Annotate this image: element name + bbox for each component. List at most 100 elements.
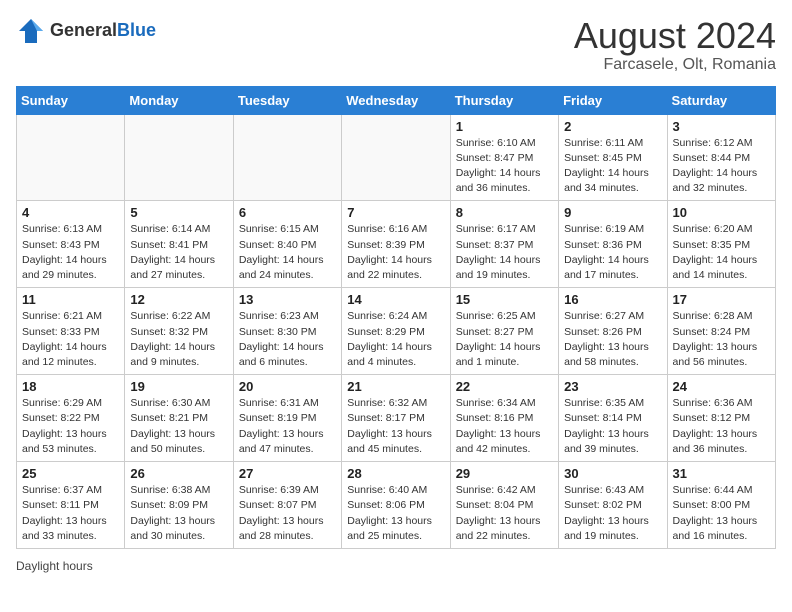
- calendar-cell: 13 Sunrise: 6:23 AM Sunset: 8:30 PM Dayli…: [233, 288, 341, 375]
- day-number: 18: [22, 379, 119, 394]
- day-number: 8: [456, 205, 553, 220]
- day-number: 26: [130, 466, 227, 481]
- day-info: Sunrise: 6:14 AM Sunset: 8:41 PM Dayligh…: [130, 222, 227, 283]
- day-info: Sunrise: 6:12 AM Sunset: 8:44 PM Dayligh…: [673, 136, 770, 197]
- calendar-cell: 2 Sunrise: 6:11 AM Sunset: 8:45 PM Daylig…: [559, 114, 667, 201]
- header: GeneralBlue August 2024 Farcasele, Olt, …: [16, 16, 776, 74]
- day-info: Sunrise: 6:13 AM Sunset: 8:43 PM Dayligh…: [22, 222, 119, 283]
- day-number: 6: [239, 205, 336, 220]
- weekday-header: Friday: [559, 86, 667, 114]
- day-info: Sunrise: 6:44 AM Sunset: 8:00 PM Dayligh…: [673, 483, 770, 544]
- day-number: 14: [347, 292, 444, 307]
- calendar-cell: 10 Sunrise: 6:20 AM Sunset: 8:35 PM Dayli…: [667, 201, 775, 288]
- day-info: Sunrise: 6:40 AM Sunset: 8:06 PM Dayligh…: [347, 483, 444, 544]
- day-info: Sunrise: 6:36 AM Sunset: 8:12 PM Dayligh…: [673, 396, 770, 457]
- day-number: 5: [130, 205, 227, 220]
- calendar-cell: 29 Sunrise: 6:42 AM Sunset: 8:04 PM Dayli…: [450, 462, 558, 549]
- calendar-cell: [342, 114, 450, 201]
- day-info: Sunrise: 6:15 AM Sunset: 8:40 PM Dayligh…: [239, 222, 336, 283]
- day-info: Sunrise: 6:39 AM Sunset: 8:07 PM Dayligh…: [239, 483, 336, 544]
- calendar-cell: [125, 114, 233, 201]
- day-info: Sunrise: 6:42 AM Sunset: 8:04 PM Dayligh…: [456, 483, 553, 544]
- calendar-cell: 23Sunrise: 6:35 AM Sunset: 8:14 PM Dayli…: [559, 375, 667, 462]
- day-number: 2: [564, 119, 661, 134]
- calendar-cell: 6 Sunrise: 6:15 AM Sunset: 8:40 PM Daylig…: [233, 201, 341, 288]
- day-info: Sunrise: 6:11 AM Sunset: 8:45 PM Dayligh…: [564, 136, 661, 197]
- day-info: Sunrise: 6:31 AM Sunset: 8:19 PM Dayligh…: [239, 396, 336, 457]
- calendar-cell: 15Sunrise: 6:25 AM Sunset: 8:27 PM Dayli…: [450, 288, 558, 375]
- calendar-cell: 18 Sunrise: 6:29 AM Sunset: 8:22 PM Dayli…: [17, 375, 125, 462]
- calendar-cell: 1 Sunrise: 6:10 AM Sunset: 8:47 PM Daylig…: [450, 114, 558, 201]
- day-number: 11: [22, 292, 119, 307]
- calendar-week-row: 11 Sunrise: 6:21 AM Sunset: 8:33 PM Dayli…: [17, 288, 776, 375]
- day-info: Sunrise: 6:21 AM Sunset: 8:33 PM Dayligh…: [22, 309, 119, 370]
- day-number: 12: [130, 292, 227, 307]
- day-info: Sunrise: 6:19 AM Sunset: 8:36 PM Dayligh…: [564, 222, 661, 283]
- day-info: Sunrise: 6:37 AM Sunset: 8:11 PM Dayligh…: [22, 483, 119, 544]
- calendar-week-row: 1 Sunrise: 6:10 AM Sunset: 8:47 PM Daylig…: [17, 114, 776, 201]
- day-info: Sunrise: 6:24 AM Sunset: 8:29 PM Dayligh…: [347, 309, 444, 370]
- day-number: 25: [22, 466, 119, 481]
- calendar-cell: 14 Sunrise: 6:24 AM Sunset: 8:29 PM Dayli…: [342, 288, 450, 375]
- calendar-cell: 22 Sunrise: 6:34 AM Sunset: 8:16 PM Dayli…: [450, 375, 558, 462]
- day-number: 28: [347, 466, 444, 481]
- weekday-header: Sunday: [17, 86, 125, 114]
- day-number: 10: [673, 205, 770, 220]
- day-info: Sunrise: 6:22 AM Sunset: 8:32 PM Dayligh…: [130, 309, 227, 370]
- day-number: 13: [239, 292, 336, 307]
- day-number: 30: [564, 466, 661, 481]
- day-info: Sunrise: 6:29 AM Sunset: 8:22 PM Dayligh…: [22, 396, 119, 457]
- calendar-week-row: 4 Sunrise: 6:13 AM Sunset: 8:43 PM Daylig…: [17, 201, 776, 288]
- logo: GeneralBlue: [16, 16, 156, 46]
- day-info: Sunrise: 6:16 AM Sunset: 8:39 PM Dayligh…: [347, 222, 444, 283]
- day-info: Sunrise: 6:34 AM Sunset: 8:16 PM Dayligh…: [456, 396, 553, 457]
- day-info: Sunrise: 6:20 AM Sunset: 8:35 PM Dayligh…: [673, 222, 770, 283]
- title-area: August 2024 Farcasele, Olt, Romania: [574, 16, 776, 74]
- weekday-header: Saturday: [667, 86, 775, 114]
- day-info: Sunrise: 6:10 AM Sunset: 8:47 PM Dayligh…: [456, 136, 553, 197]
- calendar-cell: 31Sunrise: 6:44 AM Sunset: 8:00 PM Dayli…: [667, 462, 775, 549]
- calendar-cell: 4 Sunrise: 6:13 AM Sunset: 8:43 PM Daylig…: [17, 201, 125, 288]
- logo-icon: [16, 16, 46, 46]
- day-info: Sunrise: 6:30 AM Sunset: 8:21 PM Dayligh…: [130, 396, 227, 457]
- weekday-header: Monday: [125, 86, 233, 114]
- calendar-cell: [233, 114, 341, 201]
- day-number: 3: [673, 119, 770, 134]
- calendar-cell: 11 Sunrise: 6:21 AM Sunset: 8:33 PM Dayli…: [17, 288, 125, 375]
- day-info: Sunrise: 6:35 AM Sunset: 8:14 PM Dayligh…: [564, 396, 661, 457]
- day-number: 16: [564, 292, 661, 307]
- day-info: Sunrise: 6:27 AM Sunset: 8:26 PM Dayligh…: [564, 309, 661, 370]
- calendar-cell: 5 Sunrise: 6:14 AM Sunset: 8:41 PM Daylig…: [125, 201, 233, 288]
- weekday-header-row: SundayMondayTuesdayWednesdayThursdayFrid…: [17, 86, 776, 114]
- calendar-cell: 21 Sunrise: 6:32 AM Sunset: 8:17 PM Dayli…: [342, 375, 450, 462]
- day-number: 29: [456, 466, 553, 481]
- logo-text: GeneralBlue: [50, 21, 156, 41]
- daylight-label: Daylight hours: [16, 559, 93, 573]
- day-number: 15: [456, 292, 553, 307]
- logo-blue: Blue: [117, 20, 156, 40]
- day-number: 27: [239, 466, 336, 481]
- day-number: 7: [347, 205, 444, 220]
- day-number: 24: [673, 379, 770, 394]
- calendar-cell: 12 Sunrise: 6:22 AM Sunset: 8:32 PM Dayli…: [125, 288, 233, 375]
- day-info: Sunrise: 6:23 AM Sunset: 8:30 PM Dayligh…: [239, 309, 336, 370]
- calendar-cell: 26Sunrise: 6:38 AM Sunset: 8:09 PM Dayli…: [125, 462, 233, 549]
- calendar-cell: 9Sunrise: 6:19 AM Sunset: 8:36 PM Daylig…: [559, 201, 667, 288]
- day-number: 21: [347, 379, 444, 394]
- calendar-cell: 20Sunrise: 6:31 AM Sunset: 8:19 PM Dayli…: [233, 375, 341, 462]
- day-info: Sunrise: 6:32 AM Sunset: 8:17 PM Dayligh…: [347, 396, 444, 457]
- calendar-cell: [17, 114, 125, 201]
- calendar-cell: 28 Sunrise: 6:40 AM Sunset: 8:06 PM Dayli…: [342, 462, 450, 549]
- day-number: 1: [456, 119, 553, 134]
- weekday-header: Tuesday: [233, 86, 341, 114]
- day-number: 22: [456, 379, 553, 394]
- calendar-cell: 3 Sunrise: 6:12 AM Sunset: 8:44 PM Daylig…: [667, 114, 775, 201]
- calendar-cell: 27 Sunrise: 6:39 AM Sunset: 8:07 PM Dayli…: [233, 462, 341, 549]
- day-info: Sunrise: 6:17 AM Sunset: 8:37 PM Dayligh…: [456, 222, 553, 283]
- calendar-cell: 24 Sunrise: 6:36 AM Sunset: 8:12 PM Dayli…: [667, 375, 775, 462]
- logo-general: General: [50, 20, 117, 40]
- calendar-cell: 17Sunrise: 6:28 AM Sunset: 8:24 PM Dayli…: [667, 288, 775, 375]
- day-number: 4: [22, 205, 119, 220]
- calendar: SundayMondayTuesdayWednesdayThursdayFrid…: [16, 86, 776, 549]
- day-info: Sunrise: 6:43 AM Sunset: 8:02 PM Dayligh…: [564, 483, 661, 544]
